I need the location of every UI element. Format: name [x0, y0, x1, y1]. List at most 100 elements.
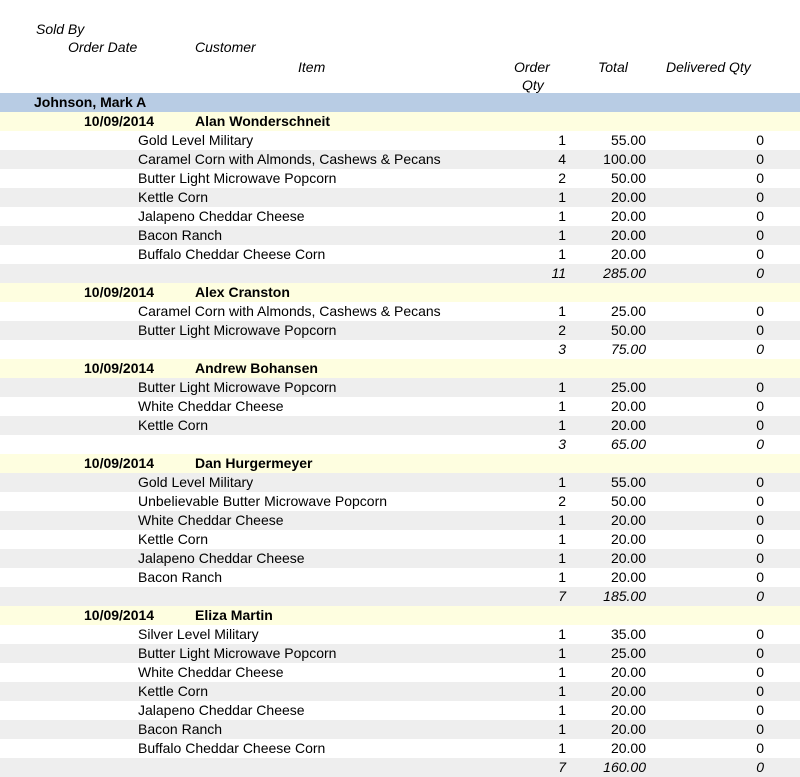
table-row: White Cheddar Cheese 1 20.00 0 — [0, 511, 800, 530]
item-total: 20.00 — [610, 569, 646, 585]
table-row: White Cheddar Cheese 1 20.00 0 — [0, 397, 800, 416]
item-qty: 1 — [558, 208, 566, 224]
item-name: Butter Light Microwave Popcorn — [138, 379, 337, 395]
item-delivered: 0 — [756, 645, 764, 661]
item-qty: 2 — [558, 322, 566, 338]
item-name: Silver Level Military — [138, 626, 259, 642]
item-name: Kettle Corn — [138, 189, 209, 205]
item-total: 50.00 — [610, 493, 646, 509]
item-total: 100.00 — [603, 151, 646, 167]
order-date: 10/09/2014 — [84, 113, 155, 129]
item-total: 20.00 — [610, 721, 646, 737]
order-date: 10/09/2014 — [84, 360, 155, 376]
item-qty: 1 — [558, 721, 566, 737]
customer-name: Dan Hurgermeyer — [195, 455, 313, 471]
item-name: Butter Light Microwave Popcorn — [138, 645, 337, 661]
table-row: Butter Light Microwave Popcorn 1 25.00 0 — [0, 644, 800, 663]
seller-name: Johnson, Mark A — [34, 94, 147, 110]
item-delivered: 0 — [756, 493, 764, 509]
header-order-qty-line2: Qty — [522, 77, 544, 93]
seller-row: Johnson, Mark A — [0, 93, 800, 112]
subtotal-qty: 3 — [558, 341, 566, 357]
header-order-date: Order Date — [68, 39, 138, 55]
order-header-row: 10/09/2014 Alan Wonderschneit — [0, 112, 800, 131]
item-total: 25.00 — [610, 645, 646, 661]
customer-name: Alex Cranston — [195, 284, 290, 300]
item-total: 55.00 — [610, 474, 646, 490]
subtotal-row: 7 185.00 0 — [0, 587, 800, 606]
item-name: White Cheddar Cheese — [138, 512, 284, 528]
item-name: Kettle Corn — [138, 417, 209, 433]
table-row: Kettle Corn 1 20.00 0 — [0, 188, 800, 207]
item-name: Gold Level Military — [138, 474, 254, 490]
item-total: 20.00 — [610, 664, 646, 680]
item-total: 20.00 — [610, 189, 646, 205]
subtotal-row: 3 75.00 0 — [0, 340, 800, 359]
item-delivered: 0 — [756, 398, 764, 414]
item-qty: 1 — [558, 379, 566, 395]
item-total: 55.00 — [610, 132, 646, 148]
item-delivered: 0 — [756, 151, 764, 167]
header-total: Total — [598, 59, 628, 75]
table-row: Butter Light Microwave Popcorn 2 50.00 0 — [0, 321, 800, 340]
subtotal-qty: 7 — [558, 588, 566, 604]
item-qty: 1 — [558, 512, 566, 528]
order-date: 10/09/2014 — [84, 455, 155, 471]
item-total: 50.00 — [610, 322, 646, 338]
item-name: Kettle Corn — [138, 683, 209, 699]
table-row: Jalapeno Cheddar Cheese 1 20.00 0 — [0, 207, 800, 226]
item-total: 20.00 — [610, 398, 646, 414]
header-order-qty-line1: Order — [514, 59, 550, 75]
table-row: Kettle Corn 1 20.00 0 — [0, 682, 800, 701]
item-name: White Cheddar Cheese — [138, 664, 284, 680]
item-delivered: 0 — [756, 170, 764, 186]
item-delivered: 0 — [756, 683, 764, 699]
item-total: 20.00 — [610, 227, 646, 243]
subtotal-total: 65.00 — [610, 436, 646, 452]
item-delivered: 0 — [756, 132, 764, 148]
table-row: White Cheddar Cheese 1 20.00 0 — [0, 663, 800, 682]
item-name: Jalapeno Cheddar Cheese — [138, 702, 305, 718]
item-qty: 2 — [558, 493, 566, 509]
item-delivered: 0 — [756, 189, 764, 205]
table-row: Butter Light Microwave Popcorn 1 25.00 0 — [0, 378, 800, 397]
item-qty: 1 — [558, 683, 566, 699]
item-total: 20.00 — [610, 246, 646, 262]
header-item: Item — [298, 59, 326, 75]
item-total: 20.00 — [610, 531, 646, 547]
item-qty: 1 — [558, 189, 566, 205]
item-name: Jalapeno Cheddar Cheese — [138, 550, 305, 566]
item-qty: 1 — [558, 303, 566, 319]
item-qty: 1 — [558, 550, 566, 566]
table-row: Buffalo Cheddar Cheese Corn 1 20.00 0 — [0, 739, 800, 758]
item-total: 20.00 — [610, 417, 646, 433]
order-header-row: 10/09/2014 Eliza Martin — [0, 606, 800, 625]
item-delivered: 0 — [756, 474, 764, 490]
item-name: Gold Level Military — [138, 132, 254, 148]
customer-name: Andrew Bohansen — [195, 360, 318, 376]
item-delivered: 0 — [756, 303, 764, 319]
subtotal-total: 185.00 — [603, 588, 646, 604]
table-row: Buffalo Cheddar Cheese Corn 1 20.00 0 — [0, 245, 800, 264]
item-total: 20.00 — [610, 740, 646, 756]
item-name: Buffalo Cheddar Cheese Corn — [138, 740, 326, 756]
table-row: Unbelievable Butter Microwave Popcorn 2 50… — [0, 492, 800, 511]
item-name: Buffalo Cheddar Cheese Corn — [138, 246, 326, 262]
header-sold-by: Sold By — [36, 21, 85, 37]
item-total: 35.00 — [610, 626, 646, 642]
item-total: 20.00 — [610, 702, 646, 718]
item-delivered: 0 — [756, 740, 764, 756]
subtotal-total: 160.00 — [603, 759, 646, 775]
table-row: Silver Level Military 1 35.00 0 — [0, 625, 800, 644]
item-qty: 1 — [558, 132, 566, 148]
item-total: 20.00 — [610, 550, 646, 566]
item-qty: 1 — [558, 417, 566, 433]
item-delivered: 0 — [756, 322, 764, 338]
item-name: Kettle Corn — [138, 531, 209, 547]
customer-name: Alan Wonderschneit — [195, 113, 331, 129]
item-qty: 1 — [558, 569, 566, 585]
item-total: 20.00 — [610, 208, 646, 224]
subtotal-row: 11 285.00 0 — [0, 264, 800, 283]
item-delivered: 0 — [756, 417, 764, 433]
subtotal-qty: 3 — [558, 436, 566, 452]
